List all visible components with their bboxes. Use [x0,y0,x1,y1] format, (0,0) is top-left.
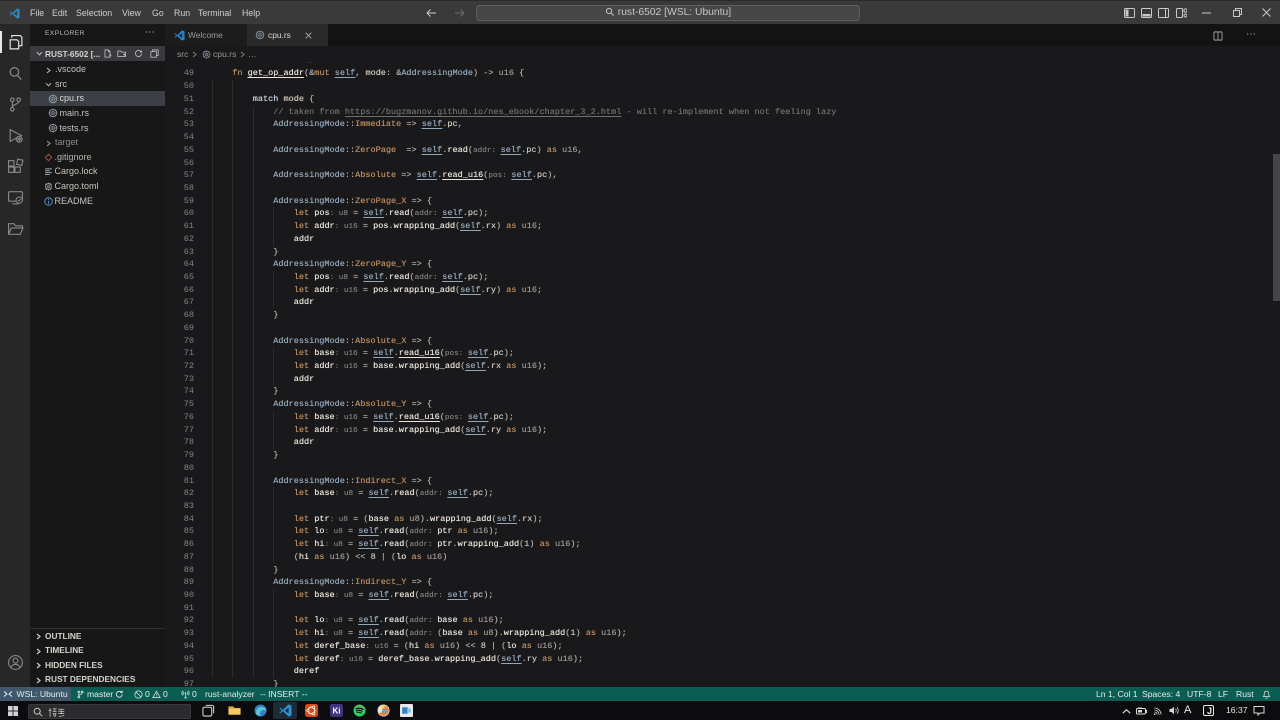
svg-text:Ki: Ki [333,707,341,716]
